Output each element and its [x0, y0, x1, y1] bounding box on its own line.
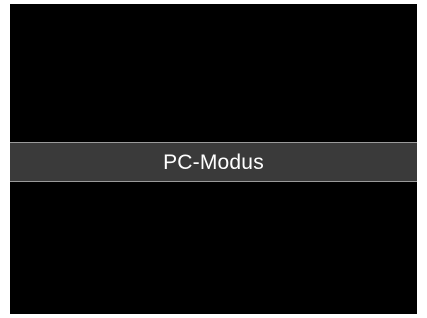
mode-label: PC-Modus: [163, 150, 264, 174]
mode-banner: PC-Modus: [10, 142, 417, 182]
camera-lcd-screen: PC-Modus: [10, 4, 417, 314]
